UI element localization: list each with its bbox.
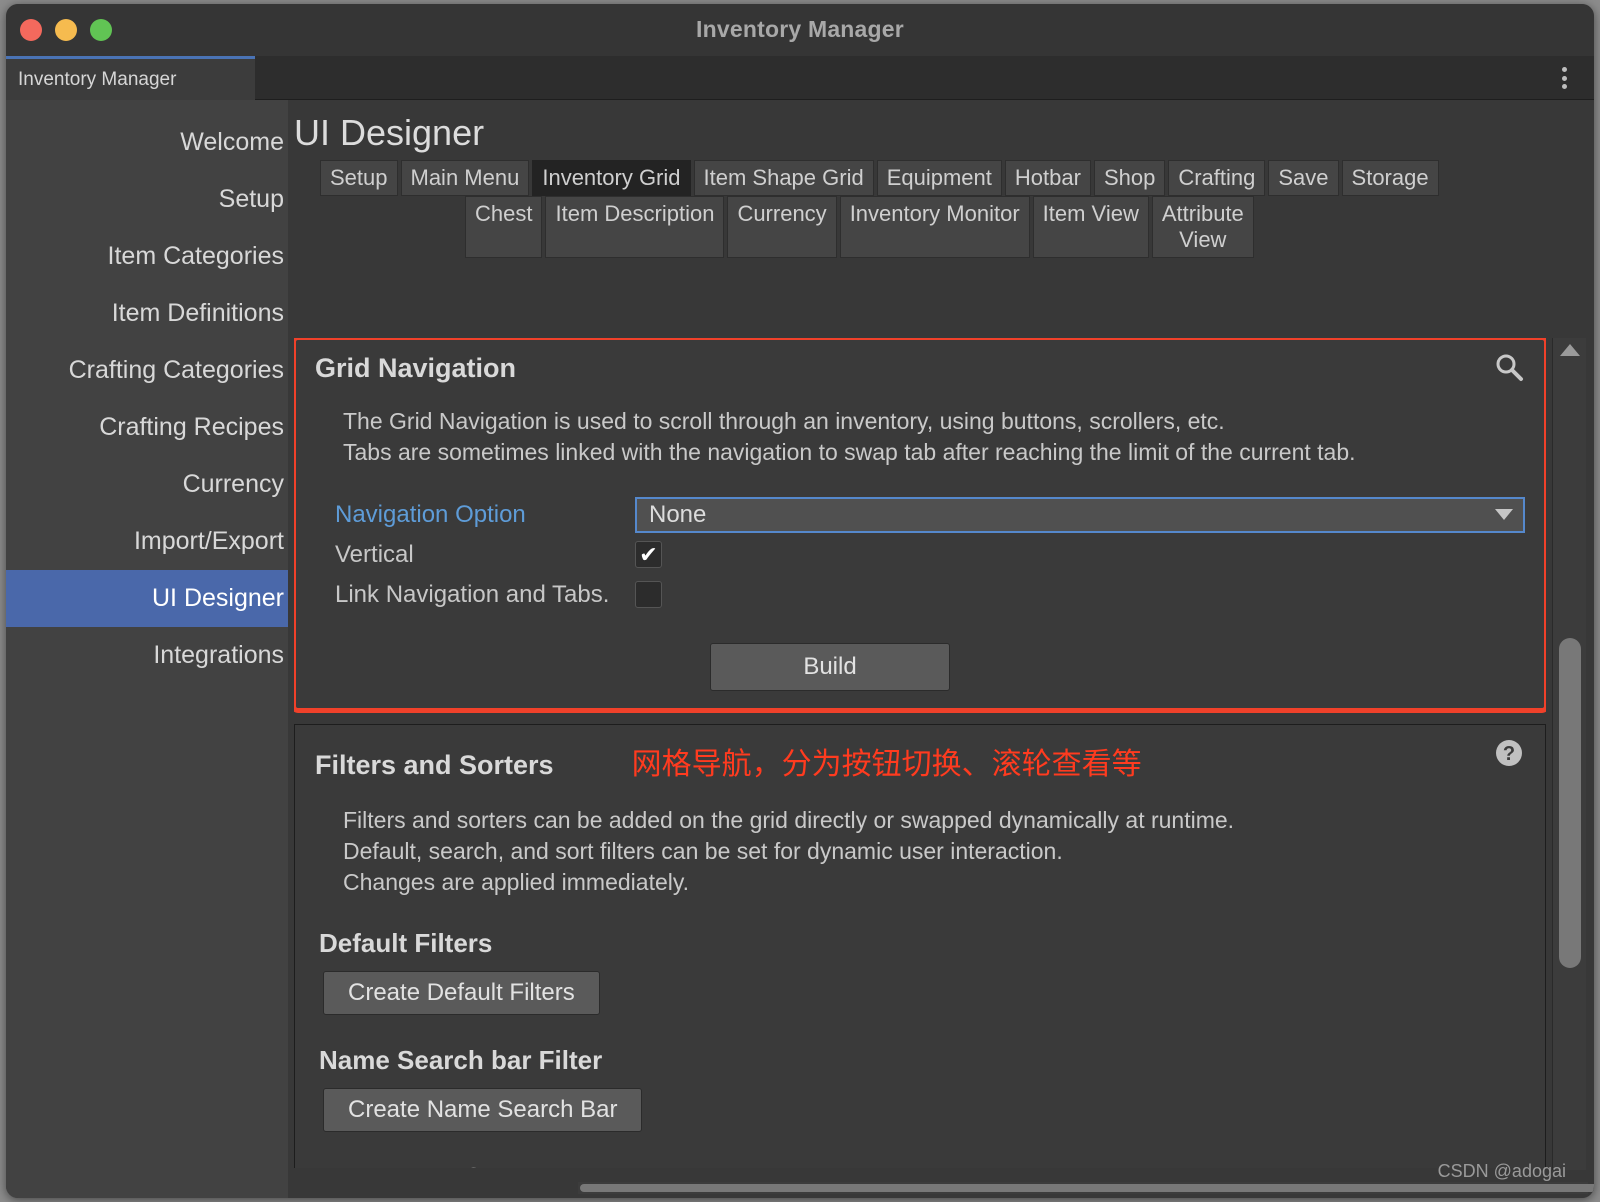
chinese-annotation: 网格导航，分为按钮切换、滚轮查看等 (631, 746, 1142, 782)
sidebar-item-currency[interactable]: Currency (6, 456, 288, 513)
name-search-bar-filter-heading: Name Search bar Filter (319, 1045, 603, 1076)
navigation-option-label: Navigation Option (335, 500, 526, 528)
window-title: Inventory Manager (696, 16, 904, 42)
tab-storage[interactable]: Storage (1341, 160, 1439, 197)
tab-attribute-view[interactable]: Attribute View (1151, 196, 1254, 258)
grid-navigation-title: Grid Navigation (315, 353, 517, 383)
tab-hotbar[interactable]: Hotbar (1004, 160, 1091, 197)
grid-navigation-description-line-2: Tabs are sometimes linked with the navig… (343, 439, 1356, 466)
tab-inventory-monitor[interactable]: Inventory Monitor (839, 196, 1030, 258)
tab-chest[interactable]: Chest (465, 196, 543, 258)
page-title: UI Designer (294, 112, 485, 153)
main-pane: UI Designer Setup Main Menu Inventory Gr… (288, 100, 1594, 1198)
sidebar-item-import-export[interactable]: Import/Export (6, 513, 288, 570)
settings-scroll-region: Grid Navigation The Grid Navigation is u… (294, 338, 1546, 1168)
horizontal-scrollbar-thumb[interactable] (580, 1184, 1594, 1192)
create-default-filters-button[interactable]: Create Default Filters (323, 971, 600, 1016)
link-navigation-checkbox[interactable] (635, 581, 662, 609)
vertical-scrollbar-thumb[interactable] (1559, 638, 1581, 968)
window-titlebar: Inventory Manager (6, 4, 1594, 56)
build-button[interactable]: Build (710, 642, 950, 691)
editor-tabs: Setup Main Menu Inventory Grid Item Shap… (288, 160, 1594, 258)
svg-text:?: ? (1503, 743, 1515, 765)
tab-equipment[interactable]: Equipment (876, 160, 1002, 197)
tab-inventory-grid[interactable]: Inventory Grid (532, 160, 691, 197)
navigation-option-value: None (649, 500, 707, 528)
tab-shop[interactable]: Shop (1093, 160, 1166, 197)
search-icon[interactable] (1493, 351, 1525, 383)
vertical-row: Vertical ✔ (335, 535, 1525, 575)
tab-crafting[interactable]: Crafting (1168, 160, 1266, 197)
sidebar-item-crafting-categories[interactable]: Crafting Categories (6, 342, 288, 399)
sidebar-item-integrations[interactable]: Integrations (6, 627, 288, 684)
tab-setup[interactable]: Setup (320, 160, 398, 197)
sidebar-item-crafting-recipes[interactable]: Crafting Recipes (6, 399, 288, 456)
sidebar-item-welcome[interactable]: Welcome (6, 114, 288, 171)
scroll-up-arrow-icon[interactable] (1559, 344, 1580, 356)
create-name-search-bar-button[interactable]: Create Name Search Bar (323, 1088, 643, 1133)
grid-navigation-form: Navigation Option None Vertical ✔ Link N… (315, 495, 1525, 691)
document-tab-label: Inventory Manager (18, 68, 177, 90)
drop-down-sorter-heading: Drop Down Sorter (319, 1162, 1525, 1168)
filters-and-sorters-header: Filters and Sorters 网格导航，分为按钮切换、滚轮查看等 ? (315, 739, 1525, 783)
grid-navigation-panel: Grid Navigation The Grid Navigation is u… (294, 338, 1546, 713)
build-button-row: Build (335, 642, 1525, 691)
grid-navigation-header: Grid Navigation (315, 353, 1525, 384)
app-body: Welcome Setup Item Categories Item Defin… (6, 100, 1594, 1198)
tab-save[interactable]: Save (1268, 160, 1339, 197)
document-tab-inventory-manager[interactable]: Inventory Manager (6, 56, 255, 100)
tab-item-description[interactable]: Item Description (545, 196, 725, 258)
sidebar-item-setup[interactable]: Setup (6, 171, 288, 228)
link-navigation-label: Link Navigation and Tabs. (335, 580, 610, 608)
grid-navigation-description-line-1: The Grid Navigation is used to scroll th… (343, 408, 1225, 434)
tab-currency[interactable]: Currency (727, 196, 837, 258)
kebab-menu-icon[interactable] (1552, 65, 1576, 91)
tab-attribute-view-line2: View (1179, 226, 1227, 252)
link-navigation-row: Link Navigation and Tabs. (335, 575, 1525, 615)
grid-navigation-description: The Grid Navigation is used to scroll th… (343, 406, 1523, 469)
chevron-down-icon (1495, 509, 1513, 521)
sidebar-item-item-categories[interactable]: Item Categories (6, 228, 288, 285)
filters-and-sorters-panel: Filters and Sorters 网格导航，分为按钮切换、滚轮查看等 ? … (294, 723, 1546, 1168)
sidebar: Welcome Setup Item Categories Item Defin… (6, 100, 288, 1198)
editor-tabs-row-2: Chest Item Description Currency Inventor… (320, 196, 1584, 258)
editor-tabs-row-1: Setup Main Menu Inventory Grid Item Shap… (320, 160, 1584, 197)
filters-and-sorters-title: Filters and Sorters (315, 749, 554, 780)
horizontal-scrollbar[interactable] (578, 1182, 1594, 1194)
tab-attribute-view-line1: Attribute (1161, 201, 1244, 227)
filters-description-line-2: Default, search, and sort filters can be… (343, 837, 1063, 864)
document-tabstrip: Inventory Manager (6, 56, 1594, 100)
tab-item-shape-grid[interactable]: Item Shape Grid (693, 160, 874, 197)
vertical-label: Vertical (335, 540, 414, 568)
navigation-option-row: Navigation Option None (335, 495, 1525, 535)
filters-and-sorters-description: Filters and sorters can be added on the … (343, 805, 1523, 899)
watermark: CSDN @adogai (1437, 1161, 1566, 1181)
filters-description-line-3: Changes are applied immediately. (343, 869, 690, 896)
navigation-option-select[interactable]: None (635, 496, 1525, 533)
app-window: Inventory Manager Inventory Manager Welc… (6, 4, 1594, 1198)
sidebar-item-item-definitions[interactable]: Item Definitions (6, 285, 288, 342)
vertical-checkbox[interactable]: ✔ (635, 541, 662, 569)
sidebar-item-ui-designer[interactable]: UI Designer (6, 570, 288, 627)
tab-item-view[interactable]: Item View (1032, 196, 1149, 258)
tab-main-menu[interactable]: Main Menu (400, 160, 530, 197)
help-icon[interactable]: ? (1493, 737, 1525, 769)
filters-description-line-1: Filters and sorters can be added on the … (343, 806, 1235, 833)
vertical-scrollbar[interactable] (1552, 338, 1586, 1170)
default-filters-heading: Default Filters (319, 928, 493, 959)
